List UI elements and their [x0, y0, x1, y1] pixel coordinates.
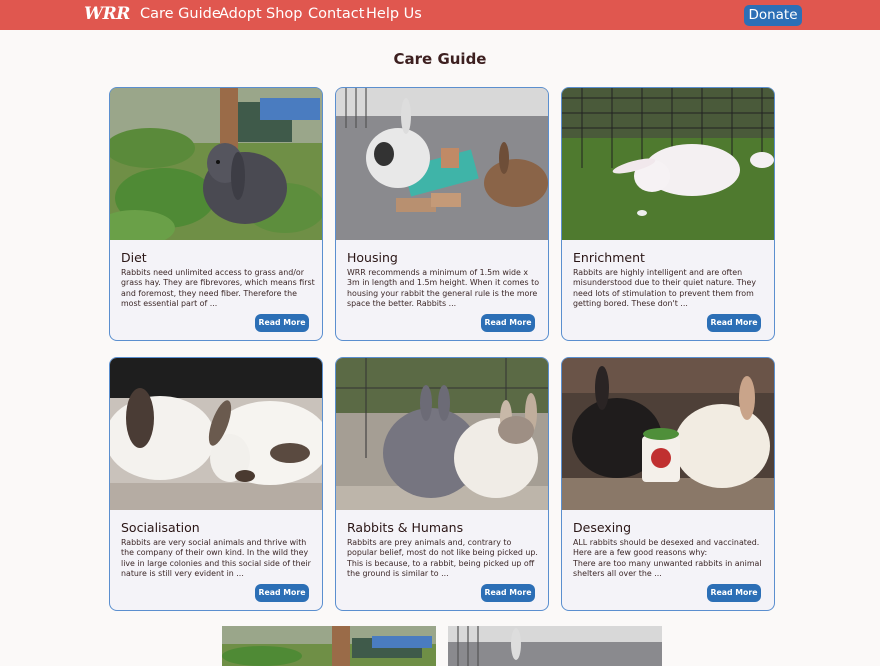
card-title: Desexing	[573, 520, 632, 535]
card-socialisation[interactable]: Socialisation Rabbits are very social an…	[109, 357, 323, 611]
read-more-button[interactable]: Read More	[481, 314, 535, 332]
donate-button[interactable]: Donate	[744, 5, 802, 26]
nav-link-care-guide[interactable]: Care Guide	[140, 6, 221, 22]
card-excerpt: Rabbits are prey animals and, contrary t…	[347, 538, 538, 578]
nav-link-help-us[interactable]: Help Us	[366, 6, 422, 22]
card-peek-photo	[222, 626, 436, 666]
card-title: Rabbits & Humans	[347, 520, 464, 535]
card-excerpt: Rabbits are highly intelligent and are o…	[573, 268, 757, 308]
read-more-button[interactable]: Read More	[255, 584, 309, 602]
card-excerpt: ALL rabbits should be desexed and vaccin…	[573, 538, 762, 578]
card-excerpt: WRR recommends a minimum of 1.5m wide x …	[347, 268, 540, 308]
card-enrichment[interactable]: Enrichment Rabbits are highly intelligen…	[561, 87, 775, 341]
card-title: Housing	[347, 250, 398, 265]
nav-link-contact[interactable]: Contact	[308, 6, 364, 22]
read-more-button[interactable]: Read More	[707, 314, 761, 332]
read-more-button[interactable]: Read More	[481, 584, 535, 602]
site-logo[interactable]: WRR	[84, 4, 130, 24]
card-title: Enrichment	[573, 250, 645, 265]
card-diet[interactable]: Diet Rabbits need unlimited access to gr…	[109, 87, 323, 341]
card-housing[interactable]: Housing WRR recommends a minimum of 1.5m…	[335, 87, 549, 341]
desexing-rabbit-photo	[562, 358, 774, 510]
card-excerpt: Rabbits are very social animals and thri…	[121, 538, 311, 578]
housing-rabbit-photo	[336, 88, 548, 240]
page-title: Care Guide	[393, 50, 487, 68]
card-title: Socialisation	[121, 520, 200, 535]
card-title: Diet	[121, 250, 147, 265]
card-rabbits-humans[interactable]: Rabbits & Humans Rabbits are prey animal…	[335, 357, 549, 611]
read-more-button[interactable]: Read More	[255, 314, 309, 332]
card-excerpt: Rabbits need unlimited access to grass a…	[121, 268, 315, 308]
card-peek-left[interactable]	[222, 626, 436, 666]
read-more-button[interactable]: Read More	[707, 584, 761, 602]
nav-link-shop[interactable]: Shop	[266, 6, 302, 22]
socialisation-rabbit-photo	[110, 358, 322, 510]
card-peek-right[interactable]	[448, 626, 662, 666]
diet-rabbit-photo	[110, 88, 322, 240]
rabbits-humans-photo	[336, 358, 548, 510]
card-desexing[interactable]: Desexing ALL rabbits should be desexed a…	[561, 357, 775, 611]
enrichment-rabbit-photo	[562, 88, 774, 240]
card-peek-photo	[448, 626, 662, 666]
top-navbar: WRR Care Guide Adopt Shop Contact Help U…	[0, 0, 880, 30]
nav-link-adopt[interactable]: Adopt	[219, 6, 262, 22]
